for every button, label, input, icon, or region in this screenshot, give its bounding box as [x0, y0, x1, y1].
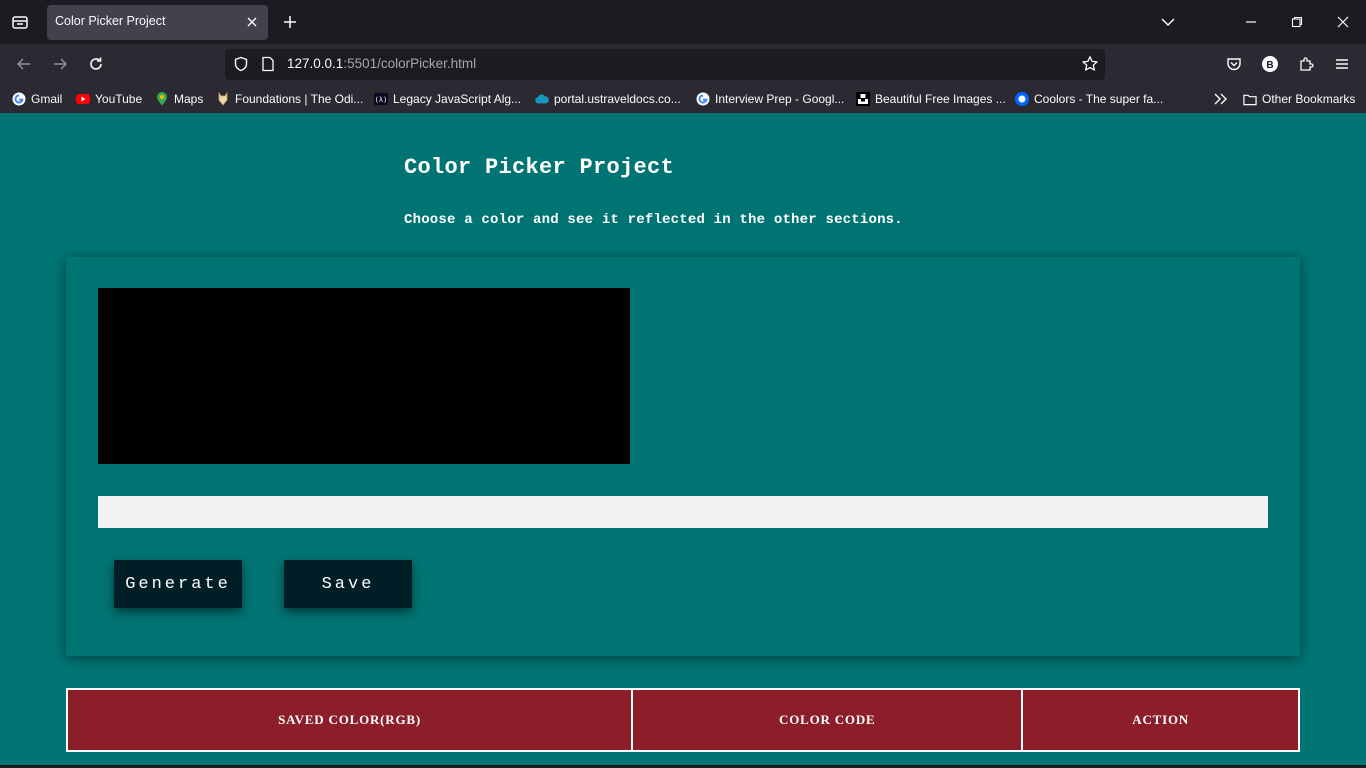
unsplash-icon: [856, 92, 870, 106]
extensions-icon[interactable]: [1294, 52, 1318, 76]
more-bookmarks-chevron-icon[interactable]: [1214, 90, 1228, 108]
url-host: 127.0.0.1: [287, 56, 344, 71]
tab-title: Color Picker Project: [55, 14, 166, 28]
pocket-icon[interactable]: [1222, 52, 1246, 76]
bookmark-youtube[interactable]: YouTube: [76, 90, 142, 108]
odin-icon: [216, 92, 230, 106]
forward-arrow-icon[interactable]: [48, 52, 72, 76]
reload-icon[interactable]: [84, 52, 108, 76]
back-arrow-icon[interactable]: [12, 52, 36, 76]
minimize-icon[interactable]: [1239, 10, 1263, 34]
url-path: :5501/colorPicker.html: [343, 56, 477, 71]
header-saved-color: SAVED COLOR(RGB): [65, 688, 634, 752]
bookmark-star-icon[interactable]: [1081, 55, 1099, 77]
maps-pin-icon: [155, 92, 169, 106]
saved-colors-table: SAVED COLOR(RGB) COLOR CODE ACTION: [65, 688, 1300, 752]
salesforce-cloud-icon: [535, 92, 549, 106]
generate-button[interactable]: Generate: [114, 560, 242, 608]
close-tab-icon[interactable]: [244, 14, 260, 30]
color-picker-card: Generate Save: [66, 257, 1300, 656]
bookmark-label: portal.ustraveldocs.co...: [554, 92, 681, 106]
header-action: ACTION: [1021, 688, 1300, 752]
bookmark-label: Maps: [174, 92, 204, 106]
bookmark-label: Coolors - The super fa...: [1034, 92, 1164, 106]
profile-initial: B: [1266, 60, 1273, 71]
bookmarks-toolbar: Gmail YouTube Maps Foundations | The Odi…: [0, 84, 1366, 113]
tab-bar: Color Picker Project: [0, 0, 1366, 44]
bookmark-interview-prep[interactable]: Interview Prep - Googl...: [696, 90, 844, 108]
bookmark-label: Legacy JavaScript Alg...: [393, 92, 522, 106]
tracking-shield-icon[interactable]: [233, 56, 249, 76]
active-tab[interactable]: Color Picker Project: [47, 5, 268, 40]
url-text: 127.0.0.1:5501/colorPicker.html: [287, 56, 476, 71]
bookmark-maps[interactable]: Maps: [155, 90, 203, 108]
folder-icon: [1243, 92, 1257, 106]
svg-text:(λ): (λ): [375, 96, 388, 104]
page-info-icon[interactable]: [261, 56, 275, 76]
bookmark-coolors[interactable]: Coolors - The super fa...: [1015, 90, 1163, 108]
page-viewport: Color Picker Project Choose a color and …: [0, 113, 1366, 768]
account-avatar-icon[interactable]: B: [1258, 52, 1282, 76]
table-header-row: SAVED COLOR(RGB) COLOR CODE ACTION: [65, 688, 1300, 752]
restore-icon[interactable]: [1285, 10, 1309, 34]
bookmark-label: Gmail: [31, 92, 63, 106]
youtube-icon: [76, 92, 90, 106]
save-button[interactable]: Save: [284, 560, 412, 608]
coolors-icon: [1015, 92, 1029, 106]
other-bookmarks-label: Other Bookmarks: [1262, 92, 1356, 106]
header-color-code: COLOR CODE: [631, 688, 1024, 752]
bookmark-freecodecamp[interactable]: (λ) Legacy JavaScript Alg...: [374, 90, 521, 108]
address-bar[interactable]: 127.0.0.1:5501/colorPicker.html: [225, 49, 1105, 80]
color-preview-swatch: [98, 288, 630, 464]
bookmark-label: Foundations | The Odi...: [235, 92, 364, 106]
new-tab-icon[interactable]: [280, 11, 300, 33]
bookmark-label: Beautiful Free Images ...: [875, 92, 1006, 106]
page-title: Color Picker Project: [404, 155, 675, 180]
google-icon: [12, 92, 26, 106]
tab-list-icon[interactable]: [8, 10, 32, 34]
color-code-input[interactable]: [98, 496, 1268, 528]
hamburger-menu-icon[interactable]: [1330, 52, 1354, 76]
bookmark-gmail[interactable]: Gmail: [12, 90, 62, 108]
close-window-icon[interactable]: [1331, 10, 1355, 34]
google-icon: [696, 92, 710, 106]
bookmark-ustraveldocs[interactable]: portal.ustraveldocs.co...: [535, 90, 681, 108]
bookmark-label: YouTube: [95, 92, 143, 106]
page-subtitle: Choose a color and see it reflected in t…: [404, 212, 903, 228]
bookmark-label: Interview Prep - Googl...: [715, 92, 845, 106]
list-all-tabs-chevron-icon[interactable]: [1156, 10, 1180, 34]
other-bookmarks[interactable]: Other Bookmarks: [1243, 90, 1355, 108]
bookmark-unsplash[interactable]: Beautiful Free Images ...: [856, 90, 1006, 108]
navigation-toolbar: 127.0.0.1:5501/colorPicker.html B: [0, 44, 1366, 84]
freecodecamp-icon: (λ): [374, 92, 388, 106]
bookmark-odin[interactable]: Foundations | The Odi...: [216, 90, 363, 108]
